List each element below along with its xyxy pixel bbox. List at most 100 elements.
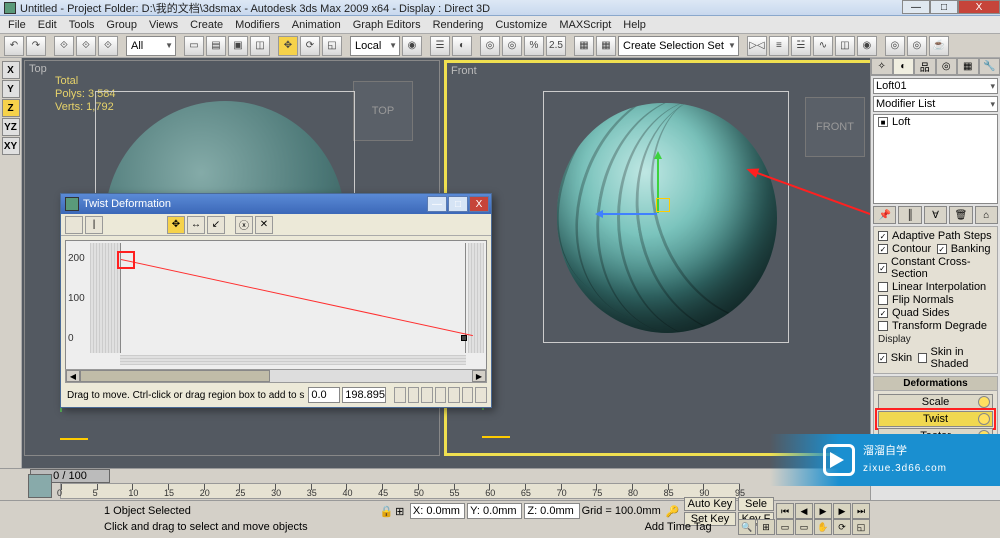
goto-end-button[interactable]: ⏭ <box>852 503 870 519</box>
bulb-icon[interactable] <box>978 396 990 408</box>
named-sel-button[interactable]: ▦ <box>574 36 594 56</box>
select-button[interactable]: ▭ <box>184 36 204 56</box>
time-ruler[interactable]: 05101520253035404550556065707580859095 <box>60 483 740 499</box>
align-button[interactable]: ≡ <box>769 36 789 56</box>
scale-button[interactable]: ◱ <box>322 36 342 56</box>
undo-button[interactable]: ↶ <box>4 36 24 56</box>
menu-animation[interactable]: Animation <box>286 19 347 31</box>
anglesnap-button[interactable]: ◎ <box>502 36 522 56</box>
schematic-button[interactable]: ◫ <box>835 36 855 56</box>
named-sel-button2[interactable]: ▦ <box>596 36 616 56</box>
lock-button[interactable]: 🔒 <box>379 505 393 518</box>
select-name-button[interactable]: ▤ <box>206 36 226 56</box>
dialog-titlebar[interactable]: Twist Deformation — □ X <box>61 194 491 214</box>
menu-rendering[interactable]: Rendering <box>427 19 490 31</box>
sel-filter-button[interactable]: Sele <box>738 497 774 511</box>
chk-skin[interactable]: Skin <box>891 352 912 364</box>
unlink-button[interactable]: ⟐ <box>76 36 96 56</box>
reset-button[interactable]: ✕ <box>255 216 273 234</box>
minimize-button[interactable]: — <box>902 0 930 14</box>
zoom-ext-button[interactable]: ▭ <box>795 519 813 535</box>
stack-item-loft[interactable]: ■Loft <box>874 115 997 129</box>
modifier-stack[interactable]: ■Loft <box>873 114 998 204</box>
chk-linear-interp[interactable]: Linear Interpolation <box>892 281 986 293</box>
move-button[interactable]: ✥ <box>278 36 298 56</box>
deformation-graph[interactable]: 200 100 0 <box>65 240 487 370</box>
deformations-header[interactable]: Deformations <box>874 377 997 391</box>
menu-edit[interactable]: Edit <box>32 19 63 31</box>
menu-create[interactable]: Create <box>184 19 229 31</box>
dialog-close-button[interactable]: X <box>469 196 489 212</box>
deform-twist-button[interactable]: Twist <box>878 411 993 427</box>
menu-grapheditors[interactable]: Graph Editors <box>347 19 427 31</box>
object-name-field[interactable]: Loft01 <box>873 78 998 94</box>
pctsnap-button[interactable]: % <box>524 36 544 56</box>
redo-button[interactable]: ↷ <box>26 36 46 56</box>
chk-banking[interactable]: Banking <box>951 243 991 255</box>
axis-z-button[interactable]: Z <box>2 99 20 117</box>
axis-yz-button[interactable]: YZ <box>2 118 20 136</box>
key-toggle-icon[interactable]: 🔑 <box>666 505 682 518</box>
x-field[interactable]: X: 0.0mm <box>410 503 465 519</box>
prompt-toggle-button[interactable] <box>28 474 52 498</box>
maximize-vp-button[interactable]: ◱ <box>852 519 870 535</box>
zoom-v-button[interactable] <box>435 387 447 403</box>
tab-display[interactable]: ▦ <box>957 58 979 75</box>
configure-button[interactable]: ⌂ <box>975 206 998 224</box>
chk-skin-shaded[interactable]: Skin in Shaded <box>931 346 994 370</box>
select-region-button[interactable]: ▣ <box>228 36 248 56</box>
insert-corner-button[interactable]: ↙ <box>207 216 225 234</box>
ref-coord-combo[interactable]: Local <box>350 36 400 56</box>
tab-utilities[interactable]: 🔧 <box>979 58 1000 75</box>
show-end-button[interactable]: ║ <box>898 206 921 224</box>
graph-curve[interactable] <box>121 259 473 336</box>
display-xyz-button[interactable]: | <box>85 216 103 234</box>
tab-hierarchy[interactable]: 品 <box>914 58 936 75</box>
chk-transform-degrade[interactable]: Transform Degrade <box>892 320 987 332</box>
bind-button[interactable]: ⟐ <box>98 36 118 56</box>
goto-start-button[interactable]: ⏮ <box>776 503 794 519</box>
rotate-button[interactable]: ⟳ <box>300 36 320 56</box>
symmetry-button[interactable] <box>65 216 83 234</box>
menu-views[interactable]: Views <box>143 19 184 31</box>
next-frame-button[interactable]: ▶ <box>833 503 851 519</box>
render-setup-button[interactable]: ◎ <box>885 36 905 56</box>
zoom-button[interactable]: 🔍 <box>738 519 756 535</box>
dialog-y-field[interactable]: 198.895 <box>342 387 386 403</box>
autokey-button[interactable]: Auto Key <box>684 497 736 511</box>
gizmo-x-axis-icon[interactable] <box>597 213 657 215</box>
chk-flip-normals[interactable]: Flip Normals <box>892 294 954 306</box>
link-button[interactable]: ⟐ <box>54 36 74 56</box>
render-frame-button[interactable]: ◎ <box>907 36 927 56</box>
fov-button[interactable]: ▭ <box>776 519 794 535</box>
axis-x-button[interactable]: X <box>2 61 20 79</box>
keymode-button[interactable]: ◐ <box>452 36 472 56</box>
coord-mode-button[interactable]: ⊞ <box>395 505 408 518</box>
chk-quad-sides[interactable]: Quad Sides <box>892 307 949 319</box>
window-crossing-button[interactable]: ◫ <box>250 36 270 56</box>
graph-point-selected[interactable] <box>117 251 135 269</box>
spinnersnap-button[interactable]: 2.5 <box>546 36 566 56</box>
gizmo-plane-icon[interactable] <box>656 198 670 212</box>
menu-maxscript[interactable]: MAXScript <box>553 19 617 31</box>
mateditor-button[interactable]: ◉ <box>857 36 877 56</box>
deform-scale-button[interactable]: Scale <box>878 394 993 410</box>
dialog-maximize-button[interactable]: □ <box>448 196 468 212</box>
maximize-button[interactable]: □ <box>930 0 958 14</box>
z-field[interactable]: Z: 0.0mm <box>524 503 579 519</box>
y-field[interactable]: Y: 0.0mm <box>467 503 522 519</box>
zoom-h-button[interactable] <box>421 387 433 403</box>
viewcube-top[interactable]: TOP <box>353 81 413 141</box>
selection-filter-combo[interactable]: All <box>126 36 176 56</box>
snap-button[interactable]: ◎ <box>480 36 500 56</box>
pan-button[interactable]: ✋ <box>814 519 832 535</box>
fit-button[interactable] <box>475 387 487 403</box>
bulb-icon[interactable] <box>978 413 990 425</box>
chk-ccs[interactable]: Constant Cross-Section <box>891 256 993 280</box>
axis-xy-button[interactable]: XY <box>2 137 20 155</box>
remove-mod-button[interactable]: 🗑 <box>949 206 972 224</box>
move-point-button[interactable]: ✥ <box>167 216 185 234</box>
layers-button[interactable]: ☱ <box>791 36 811 56</box>
prev-frame-button[interactable]: ◀ <box>795 503 813 519</box>
menu-customize[interactable]: Customize <box>489 19 553 31</box>
